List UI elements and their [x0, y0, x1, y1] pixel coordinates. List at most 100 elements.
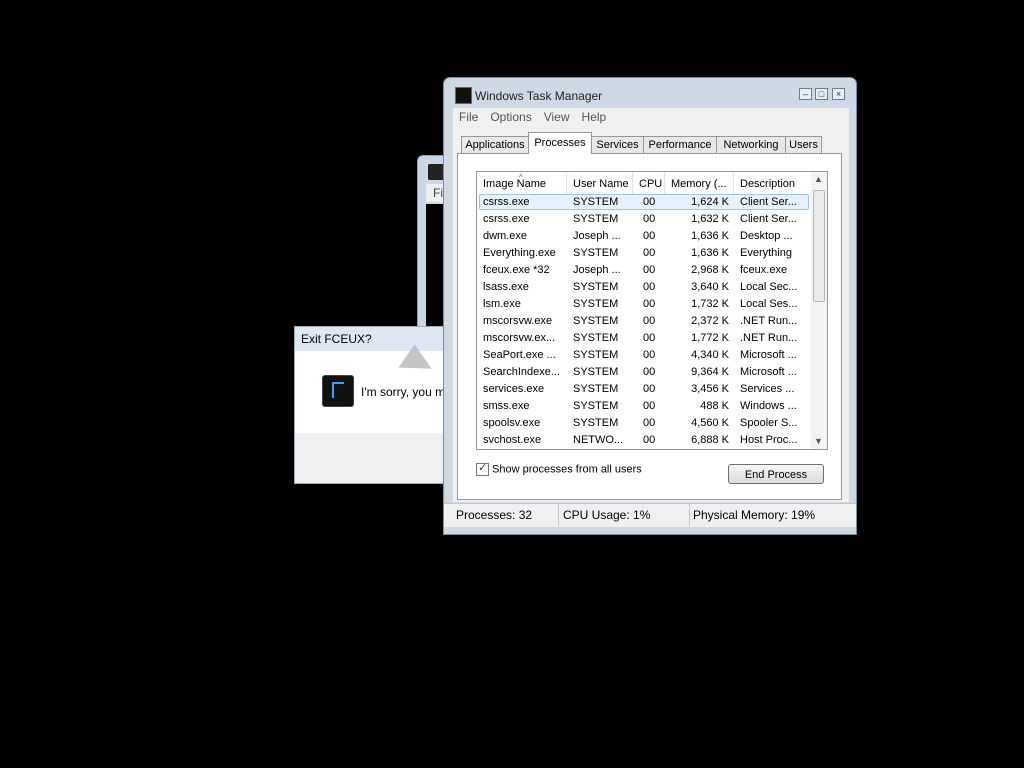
cell-user-name: Joseph ... — [573, 264, 621, 276]
table-row[interactable]: mscorsvw.ex... SYSTEM 00 1,772 K .NET Run... — [477, 330, 811, 347]
tab-users[interactable]: Users — [785, 136, 822, 153]
cell-description: fceux.exe — [740, 264, 788, 276]
table-row[interactable]: spoolsv.exe SYSTEM 00 4,560 K Spooler S... — [477, 415, 811, 432]
table-row[interactable]: Everything.exe SYSTEM 00 1,636 K Everything — [477, 245, 811, 262]
cell-image-name: SeaPort.exe ... — [483, 349, 556, 361]
cell-description: Everything — [740, 247, 792, 259]
cell-memory: 1,636 K — [691, 230, 729, 242]
process-list[interactable]: ^ Image Name User Name CPU Memory (... D… — [476, 171, 828, 450]
cell-user-name: SYSTEM — [573, 247, 619, 259]
cell-image-name: Everything.exe — [483, 247, 556, 259]
cell-description: .NET Run... — [740, 315, 798, 327]
cell-description: Client Ser... — [740, 196, 797, 208]
cell-memory: 1,732 K — [691, 298, 729, 310]
cell-image-name: csrss.exe — [483, 196, 530, 208]
cell-description: Local Ses... — [740, 298, 798, 310]
cell-user-name: SYSTEM — [573, 366, 619, 378]
cell-memory: 1,632 K — [691, 213, 729, 225]
cell-memory: 3,456 K — [691, 383, 729, 395]
close-icon[interactable]: × — [832, 88, 845, 100]
end-process-button[interactable]: End Process — [728, 464, 824, 484]
cell-image-name: smss.exe — [483, 400, 530, 412]
title-bar[interactable]: Windows Task Manager – □ × — [444, 78, 856, 108]
tab-networking[interactable]: Networking — [716, 136, 786, 153]
column-description[interactable]: Description — [734, 172, 811, 194]
minimize-icon[interactable]: – — [799, 88, 812, 100]
scrollbar-thumb[interactable] — [813, 190, 825, 302]
scroll-down-icon[interactable]: ▼ — [814, 436, 823, 446]
cell-user-name: SYSTEM — [573, 281, 619, 293]
cell-image-name: lsass.exe — [483, 281, 529, 293]
menu-bar: File Options View Help — [453, 108, 849, 126]
show-all-processes-checkbox[interactable]: Show processes from all users — [476, 461, 642, 477]
column-cpu[interactable]: CPU — [633, 172, 665, 194]
tab-processes[interactable]: Processes — [528, 132, 592, 154]
tab-applications[interactable]: Applications — [461, 136, 529, 153]
table-row[interactable]: lsass.exe SYSTEM 00 3,640 K Local Sec... — [477, 279, 811, 296]
cell-description: Local Sec... — [740, 281, 798, 293]
cell-memory: 4,340 K — [691, 349, 729, 361]
table-row[interactable]: mscorsvw.exe SYSTEM 00 2,372 K .NET Run... — [477, 313, 811, 330]
cell-description: Client Ser... — [740, 213, 797, 225]
menu-view[interactable]: View — [538, 108, 576, 126]
cell-user-name: SYSTEM — [573, 213, 619, 225]
task-manager-app-icon — [455, 87, 472, 104]
table-row[interactable]: csrss.exe SYSTEM 00 1,624 K Client Ser... — [477, 194, 811, 211]
maximize-icon[interactable]: □ — [815, 88, 828, 100]
cell-image-name: fceux.exe *32 — [483, 264, 550, 276]
cell-cpu: 00 — [643, 281, 656, 293]
processes-panel: ^ Image Name User Name CPU Memory (... D… — [457, 153, 842, 500]
column-memory[interactable]: Memory (... — [665, 172, 734, 194]
table-row[interactable]: lsm.exe SYSTEM 00 1,732 K Local Ses... — [477, 296, 811, 313]
cell-cpu: 00 — [643, 417, 656, 429]
cell-memory: 1,772 K — [691, 332, 729, 344]
cell-memory: 9,364 K — [691, 366, 729, 378]
cell-cpu: 00 — [643, 332, 656, 344]
cell-image-name: mscorsvw.ex... — [483, 332, 556, 344]
cell-cpu: 00 — [643, 315, 656, 327]
column-user-name[interactable]: User Name — [567, 172, 633, 194]
menu-file[interactable]: File — [453, 108, 484, 126]
tab-performance[interactable]: Performance — [643, 136, 717, 153]
cell-user-name: NETWO... — [573, 434, 624, 446]
exit-dialog-message: I'm sorry, you m — [361, 385, 446, 399]
menu-options[interactable]: Options — [484, 108, 537, 126]
exit-dialog-title[interactable]: Exit FCEUX? — [295, 327, 453, 351]
table-row[interactable]: services.exe SYSTEM 00 3,456 K Services ... — [477, 381, 811, 398]
table-row[interactable]: csrss.exe SYSTEM 00 1,632 K Client Ser... — [477, 211, 811, 228]
cell-description: Desktop ... — [740, 230, 793, 242]
cell-description: Spooler S... — [740, 417, 798, 429]
cell-description: Microsoft ... — [740, 366, 797, 378]
cell-description: Services ... — [740, 383, 795, 395]
cell-memory: 2,968 K — [691, 264, 729, 276]
cell-memory: 6,888 K — [691, 434, 729, 446]
scroll-up-icon[interactable]: ▲ — [814, 174, 823, 184]
cell-image-name: csrss.exe — [483, 213, 530, 225]
process-list-scrollbar[interactable]: ▲ ▼ — [811, 172, 827, 449]
cell-cpu: 00 — [643, 366, 656, 378]
cell-cpu: 00 — [643, 349, 656, 361]
tab-services[interactable]: Services — [591, 136, 644, 153]
cell-memory: 2,372 K — [691, 315, 729, 327]
table-row[interactable]: dwm.exe Joseph ... 00 1,636 K Desktop ... — [477, 228, 811, 245]
cell-cpu: 00 — [643, 400, 656, 412]
cell-image-name: svchost.exe — [483, 434, 542, 446]
cell-cpu: 00 — [643, 247, 656, 259]
cell-image-name: spoolsv.exe — [483, 417, 541, 429]
table-row[interactable]: SearchIndexe... SYSTEM 00 9,364 K Microsoft … — [477, 364, 811, 381]
cell-user-name: SYSTEM — [573, 332, 619, 344]
status-cpu-usage: CPU Usage: 1% — [559, 504, 690, 526]
column-image-name[interactable]: ^ Image Name — [477, 172, 567, 194]
menu-help[interactable]: Help — [576, 108, 613, 126]
table-row[interactable]: fceux.exe *32 Joseph ... 00 2,968 K fceux.ex… — [477, 262, 811, 279]
checkbox-checked-icon[interactable] — [476, 461, 489, 476]
cell-description: .NET Run... — [740, 332, 798, 344]
table-row[interactable]: SeaPort.exe ... SYSTEM 00 4,340 K Microsoft … — [477, 347, 811, 364]
cell-description: Windows ... — [740, 400, 797, 412]
cell-cpu: 00 — [643, 230, 656, 242]
table-row[interactable]: svchost.exe NETWO... 00 6,888 K Host Proc... — [477, 432, 811, 449]
task-manager-window: Windows Task Manager – □ × File Options Vi… — [443, 77, 857, 535]
fceux-icon — [322, 375, 354, 407]
table-row[interactable]: smss.exe SYSTEM 00 488 K Windows ... — [477, 398, 811, 415]
cell-user-name: SYSTEM — [573, 400, 619, 412]
